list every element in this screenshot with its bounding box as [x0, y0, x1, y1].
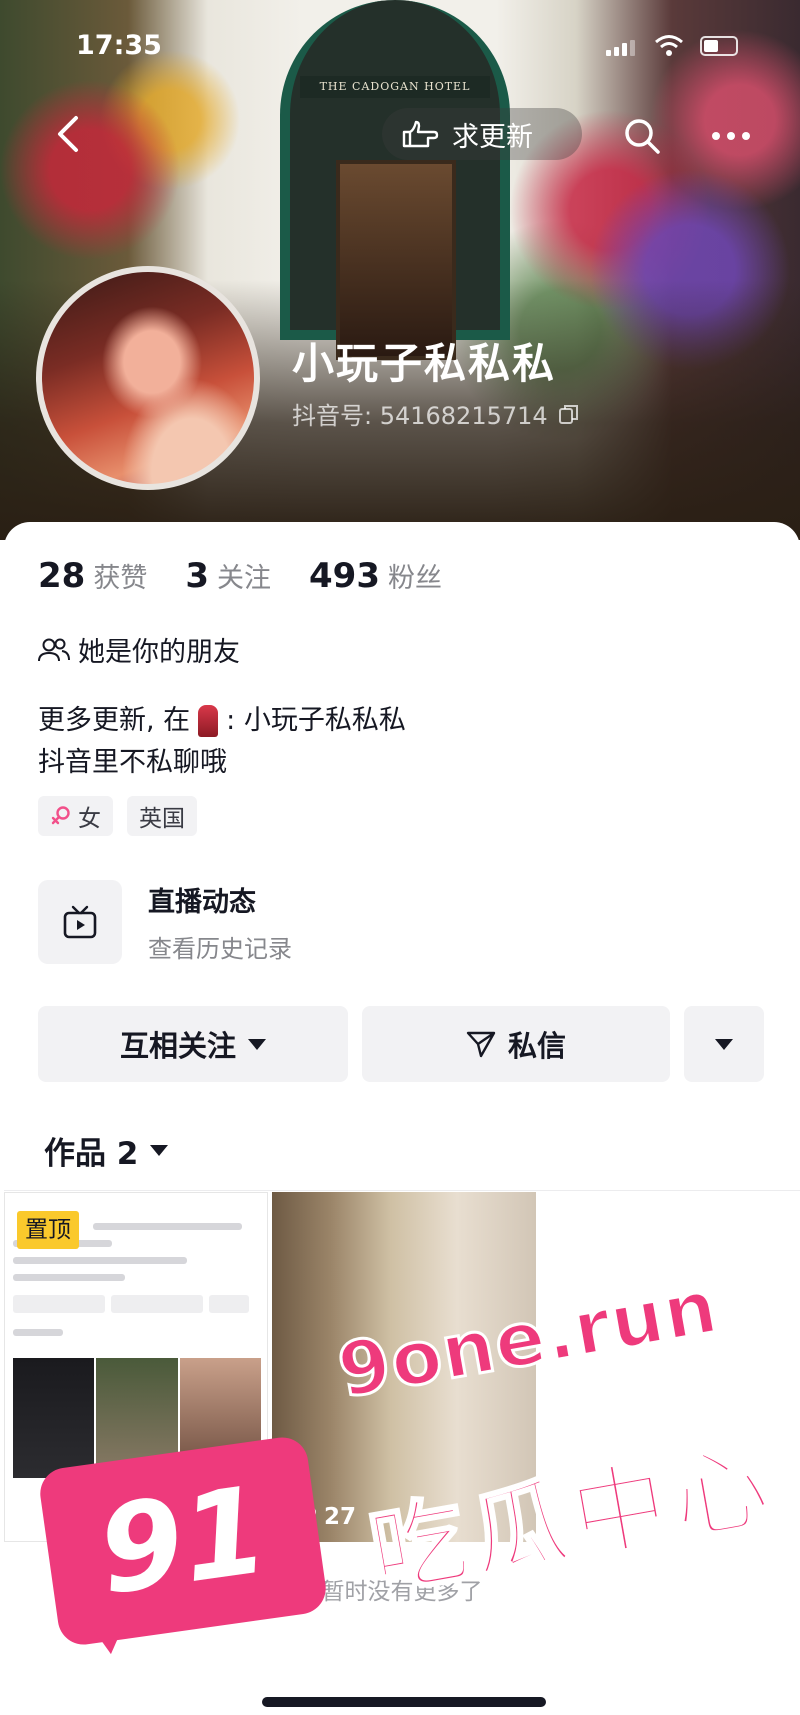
copy-icon[interactable] [558, 403, 580, 425]
live-title: 直播动态 [148, 887, 256, 918]
more-actions-button[interactable] [684, 1006, 764, 1082]
friend-note-text: 她是你的朋友 [78, 637, 240, 668]
message-label: 私信 [507, 1029, 566, 1063]
thumbnail-preview [13, 1223, 261, 1478]
live-tv-icon [38, 880, 122, 964]
tag-row: 女 英国 [38, 796, 197, 836]
wifi-icon [655, 35, 683, 56]
works-label: 作品 2 [44, 1136, 139, 1172]
female-icon [51, 806, 70, 825]
stat-followers-label: 粉丝 [387, 563, 442, 594]
back-icon[interactable] [48, 112, 92, 156]
bio: 更多更新, 在 : 小玩子私私私 抖音里不私聊哦 [38, 700, 406, 784]
more-icon[interactable] [706, 116, 756, 156]
stat-likes-label: 获赞 [93, 563, 148, 594]
action-buttons: 互相关注 私信 [38, 1006, 764, 1082]
scarf-emoji-icon [198, 705, 219, 737]
profile-id: 抖音号: 54168215714 [292, 396, 580, 431]
profile-id-text: 抖音号: 54168215714 [292, 402, 548, 430]
nudge-label: 求更新 [452, 121, 533, 153]
status-time: 17:35 [76, 30, 162, 61]
tag-gender: 女 [38, 796, 113, 836]
stat-likes[interactable]: 28 获赞 [38, 556, 147, 596]
watermark-logo: 91 [36, 1434, 330, 1648]
tab-divider [4, 1190, 800, 1191]
nudge-update-button[interactable]: 求更新 [382, 108, 582, 160]
tag-gender-text: 女 [78, 806, 101, 832]
tile-likes-count: 27 [324, 1504, 357, 1530]
bio-line2: 抖音里不私聊哦 [38, 747, 227, 778]
stat-followers[interactable]: 493 粉丝 [309, 556, 442, 596]
pinned-badge: 置顶 [17, 1211, 79, 1249]
caret-down-icon [150, 1145, 169, 1156]
tag-location-text: 英国 [139, 806, 185, 832]
works-tab[interactable]: 作品 2 [44, 1128, 169, 1173]
friend-note: 她是你的朋友 [38, 630, 240, 669]
message-button[interactable]: 私信 [362, 1006, 670, 1082]
avatar[interactable] [36, 266, 260, 490]
stat-following[interactable]: 3 关注 [185, 556, 271, 596]
tag-location: 英国 [127, 796, 197, 836]
watermark-logo-tail [83, 1608, 137, 1658]
bio-line1-suffix: : 小玩子私私私 [226, 705, 406, 736]
stat-following-label: 关注 [217, 563, 271, 594]
signal-icon [606, 40, 635, 56]
hotel-sign: THE CADOGAN HOTEL [300, 76, 490, 98]
battery-icon [700, 36, 738, 56]
caret-down-icon [715, 1038, 733, 1050]
profile-name: 小玩子私私私 [292, 339, 557, 388]
send-icon [466, 1031, 496, 1058]
live-subtitle: 查看历史记录 [148, 935, 292, 963]
friends-icon [38, 638, 70, 661]
search-icon[interactable] [620, 114, 664, 158]
bio-line1-prefix: 更多更新, 在 [38, 705, 191, 736]
status-bar: 17:35 [0, 26, 800, 66]
live-history[interactable]: 直播动态 查看历史记录 [38, 880, 292, 964]
stats-row: 28 获赞 3 关注 493 粉丝 [38, 556, 480, 596]
pointing-hand-icon [402, 120, 439, 148]
stat-likes-num: 28 [38, 556, 86, 596]
caret-down-icon [248, 1038, 266, 1050]
stat-following-num: 3 [185, 556, 209, 596]
home-indicator[interactable] [262, 1697, 546, 1707]
mutual-follow-button[interactable]: 互相关注 [38, 1006, 348, 1082]
stat-followers-num: 493 [309, 556, 380, 596]
mutual-follow-label: 互相关注 [119, 1029, 236, 1063]
